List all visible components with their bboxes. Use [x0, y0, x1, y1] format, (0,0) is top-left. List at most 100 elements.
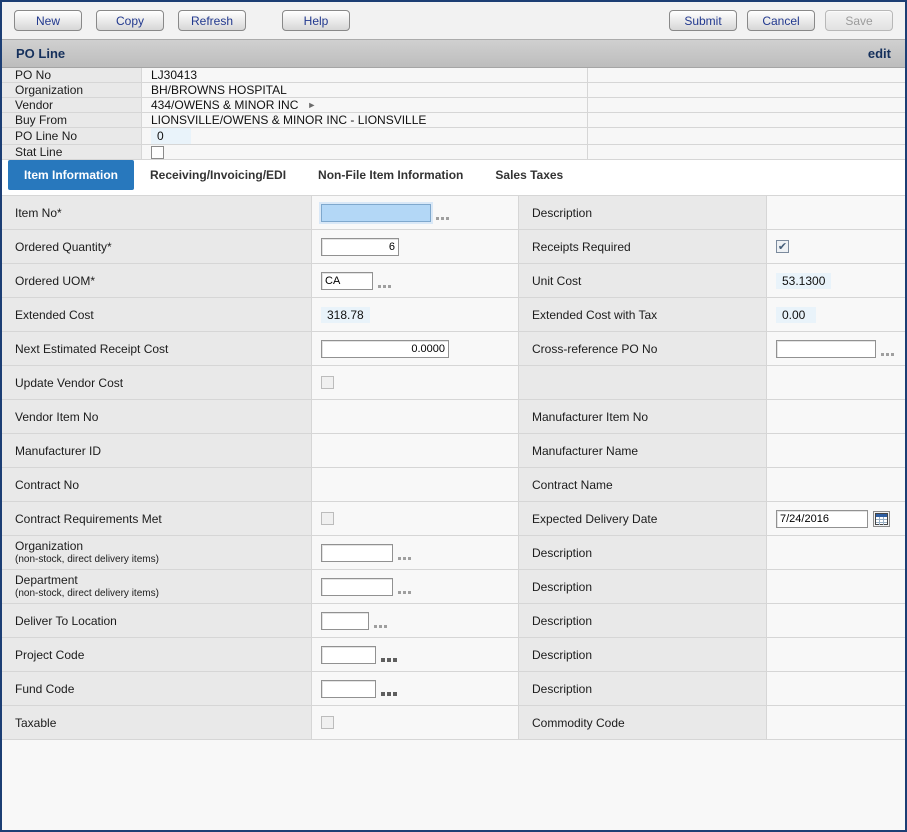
ordered-quantity-label: Ordered Quantity*: [2, 230, 312, 263]
fund-code-input-group: [321, 680, 397, 698]
taxable-field: [312, 706, 519, 739]
lookup-dots-icon[interactable]: [378, 285, 391, 288]
lookup-dots-icon[interactable]: [381, 692, 397, 696]
help-button[interactable]: Help: [282, 10, 350, 31]
update-vendor-cost-field: [312, 366, 519, 399]
item-no-input[interactable]: [321, 204, 431, 222]
lookup-dots-icon[interactable]: [881, 353, 894, 356]
stat-line-field: [142, 145, 588, 159]
lookup-dots-icon[interactable]: [398, 557, 411, 560]
lookup-dots-icon[interactable]: [436, 217, 449, 220]
po-summary: PO NoLJ30413OrganizationBH/BROWNS HOSPIT…: [2, 68, 905, 160]
form-row: Vendor Item NoManufacturer Item No: [2, 400, 905, 434]
unit-cost-label: Unit Cost: [519, 264, 767, 297]
po-line-no-field: 0: [142, 128, 588, 144]
manufacturer-id-field: [312, 434, 519, 467]
form-row: Contract NoContract Name: [2, 468, 905, 502]
po-line-no-value: 0: [151, 128, 191, 144]
form-row: Ordered Quantity* Receipts Required ✔: [2, 230, 905, 264]
department-input[interactable]: [321, 578, 393, 596]
extended-cost-field: 318.78: [312, 298, 519, 331]
refresh-button[interactable]: Refresh: [178, 10, 246, 31]
lookup-dots-icon[interactable]: [374, 625, 387, 628]
calendar-icon[interactable]: [873, 511, 890, 527]
form-row: Update Vendor Cost: [2, 366, 905, 400]
form-row: Manufacturer IDManufacturer Name: [2, 434, 905, 468]
summary-row-spacer: [588, 68, 905, 82]
cancel-button[interactable]: Cancel: [747, 10, 815, 31]
tab-receiving-invoicing-edi[interactable]: Receiving/Invoicing/EDI: [134, 160, 302, 190]
organization-input-group: [321, 544, 411, 562]
stat-line-checkbox[interactable]: [151, 146, 164, 159]
description-field: [767, 638, 905, 671]
description-label: Description: [519, 196, 767, 229]
form-row: Ordered UOM* Unit Cost 53.1300: [2, 264, 905, 298]
deliver-to-location-field: [312, 604, 519, 637]
description-field: [767, 604, 905, 637]
ordered-quantity-field: [312, 230, 519, 263]
ordered-uom-input[interactable]: [321, 272, 373, 290]
tab-bar: Item InformationReceiving/Invoicing/EDIN…: [2, 160, 905, 195]
item-information-form: Item No*DescriptionOrdered Quantity*Rece…: [2, 195, 905, 830]
unit-cost-value: 53.1300: [776, 273, 831, 289]
vendor-drill-right-icon[interactable]: ►: [307, 100, 316, 110]
ordered-quantity-input[interactable]: [321, 238, 399, 256]
lookup-dots-icon[interactable]: [398, 591, 411, 594]
update-vendor-cost-label: Update Vendor Cost: [2, 366, 312, 399]
receipts-required-label: Receipts Required: [519, 230, 767, 263]
manufacturer-item-no-field: [767, 400, 905, 433]
organization-value: BH/BROWNS HOSPITAL: [151, 83, 287, 97]
edit-link[interactable]: edit: [868, 46, 891, 61]
organization-label-sub: (non-stock, direct delivery items): [15, 553, 159, 566]
next-estimated-receipt-cost-input[interactable]: [321, 340, 449, 358]
department-input-group: [321, 578, 411, 596]
tab-item-information[interactable]: Item Information: [8, 160, 134, 190]
tab-sales-taxes[interactable]: Sales Taxes: [479, 160, 579, 190]
contract-no-label: Contract No: [2, 468, 312, 501]
lookup-dots-icon[interactable]: [381, 658, 397, 662]
description-field: [767, 570, 905, 603]
new-button[interactable]: New: [14, 10, 82, 31]
cross-reference-po-no-label: Cross-reference PO No: [519, 332, 767, 365]
receipts-required-checkbox: ✔: [776, 240, 789, 253]
summary-row-spacer: [588, 98, 905, 112]
stat-line-label: Stat Line: [2, 145, 142, 159]
department-field: [312, 570, 519, 603]
contract-no-field: [312, 468, 519, 501]
submit-button[interactable]: Submit: [669, 10, 737, 31]
cross-reference-po-no-input[interactable]: [776, 340, 876, 358]
receipts-required-field: ✔: [767, 230, 905, 263]
summary-row-spacer: [588, 128, 905, 144]
toolbar: NewCopyRefreshHelp SubmitCancelSave: [2, 2, 905, 39]
deliver-to-location-input[interactable]: [321, 612, 369, 630]
summary-row: PO Line No0: [2, 128, 905, 145]
summary-row: Buy FromLIONSVILLE/OWENS & MINOR INC - L…: [2, 113, 905, 128]
unit-cost-field: 53.1300: [767, 264, 905, 297]
form-row: Contract Requirements MetExpected Delive…: [2, 502, 905, 536]
field-field: [767, 366, 905, 399]
po-no-label: PO No: [2, 68, 142, 82]
organization-field: BH/BROWNS HOSPITAL: [142, 83, 588, 97]
summary-row: PO NoLJ30413: [2, 68, 905, 83]
project-code-field: [312, 638, 519, 671]
expected-delivery-date-input[interactable]: [776, 510, 868, 528]
copy-button[interactable]: Copy: [96, 10, 164, 31]
form-row: Next Estimated Receipt CostCross-referen…: [2, 332, 905, 366]
project-code-input-group: [321, 646, 397, 664]
vendor-field: 434/OWENS & MINOR INC►: [142, 98, 588, 112]
organization-input[interactable]: [321, 544, 393, 562]
extended-cost-value: 318.78: [321, 307, 370, 323]
project-code-input[interactable]: [321, 646, 376, 664]
form-row: Deliver To LocationDescription: [2, 604, 905, 638]
manufacturer-name-label: Manufacturer Name: [519, 434, 767, 467]
description-field: [767, 536, 905, 569]
summary-row-spacer: [588, 83, 905, 97]
ordered-uom-label: Ordered UOM*: [2, 264, 312, 297]
po-line-window: NewCopyRefreshHelp SubmitCancelSave PO L…: [0, 0, 907, 832]
fund-code-input[interactable]: [321, 680, 376, 698]
summary-row: Stat Line: [2, 145, 905, 160]
organization-label-main: Organization: [15, 540, 159, 553]
tab-non-file-item-information[interactable]: Non-File Item Information: [302, 160, 479, 190]
commodity-code-label: Commodity Code: [519, 706, 767, 739]
cross-reference-po-no-field: [767, 332, 905, 365]
